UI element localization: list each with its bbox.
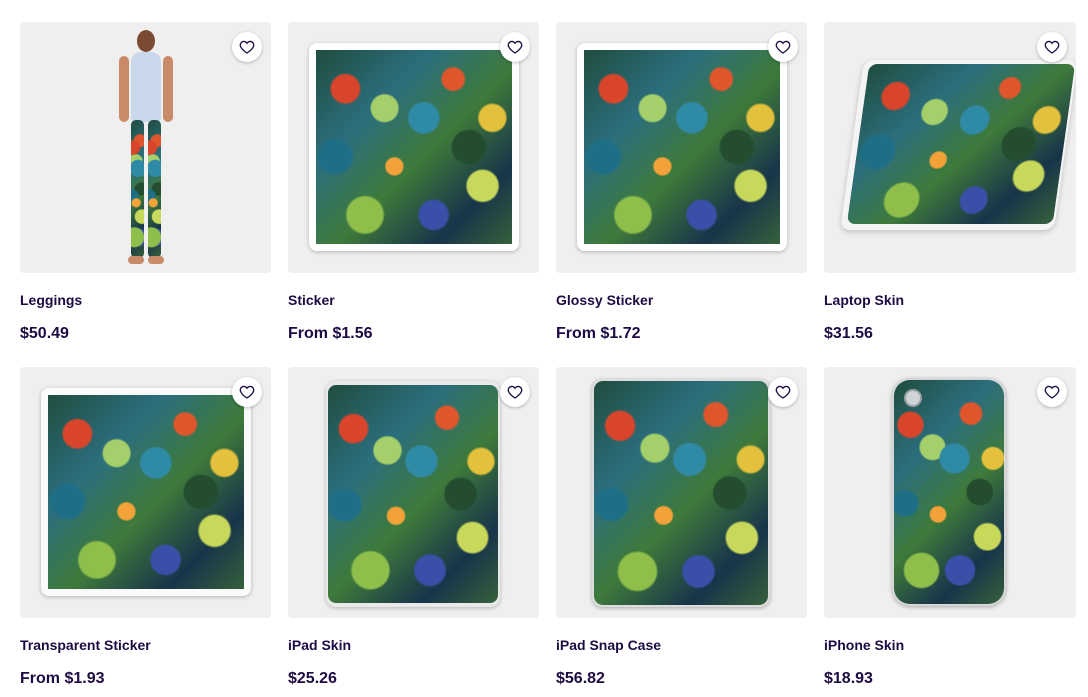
product-image[interactable] (288, 367, 539, 618)
product-card-ipad-skin[interactable]: iPad Skin $25.26 (288, 367, 539, 697)
sticker-art (316, 50, 512, 244)
product-image[interactable] (556, 367, 807, 618)
product-title[interactable]: Leggings (20, 292, 271, 308)
camera-icon (904, 389, 922, 407)
heart-outline-icon (507, 40, 523, 54)
model-figure (115, 30, 177, 266)
favorite-button[interactable] (232, 32, 262, 62)
product-card-sticker[interactable]: Sticker From $1.56 (288, 22, 539, 367)
product-title[interactable]: Laptop Skin (824, 292, 1076, 308)
product-title[interactable]: Sticker (288, 292, 539, 308)
product-title[interactable]: iPhone Skin (824, 637, 1076, 653)
product-image[interactable] (556, 22, 807, 273)
product-image[interactable] (824, 22, 1076, 273)
favorite-button[interactable] (500, 377, 530, 407)
sticker-art (48, 395, 244, 589)
product-title[interactable]: Glossy Sticker (556, 292, 807, 308)
product-price: $18.93 (824, 670, 873, 687)
product-price: $25.26 (288, 670, 337, 687)
product-image[interactable] (20, 367, 271, 618)
favorite-button[interactable] (768, 377, 798, 407)
product-title[interactable]: Transparent Sticker (20, 637, 271, 653)
product-card-iphone-skin[interactable]: iPhone Skin $18.93 (824, 367, 1076, 697)
product-card-glossy-sticker[interactable]: Glossy Sticker From $1.72 (556, 22, 807, 367)
heart-outline-icon (507, 385, 523, 399)
product-card-ipad-snap-case[interactable]: iPad Snap Case $56.82 (556, 367, 807, 697)
product-price: From $1.93 (20, 670, 105, 687)
product-image[interactable] (20, 22, 271, 273)
heart-outline-icon (1044, 40, 1060, 54)
product-image[interactable] (824, 367, 1076, 618)
heart-outline-icon (1044, 385, 1060, 399)
product-price: $56.82 (556, 670, 605, 687)
product-price: $31.56 (824, 325, 873, 342)
product-card-laptop-skin[interactable]: Laptop Skin $31.56 (824, 22, 1076, 367)
product-grid: Leggings $50.49 Sticker From $1.56 Gloss… (20, 22, 1076, 697)
product-card-leggings[interactable]: Leggings $50.49 (20, 22, 271, 367)
ipad-art (328, 385, 498, 603)
favorite-button[interactable] (500, 32, 530, 62)
iphone-art (894, 380, 1004, 604)
favorite-button[interactable] (1037, 377, 1067, 407)
favorite-button[interactable] (1037, 32, 1067, 62)
product-price: From $1.56 (288, 325, 373, 342)
product-price: From $1.72 (556, 325, 641, 342)
product-title[interactable]: iPad Skin (288, 637, 539, 653)
product-card-transparent-sticker[interactable]: Transparent Sticker From $1.93 (20, 367, 271, 697)
sticker-art (584, 50, 780, 244)
laptop-art (846, 64, 1076, 224)
product-title[interactable]: iPad Snap Case (556, 637, 807, 653)
ipad-case-art (594, 381, 768, 605)
heart-outline-icon (775, 40, 791, 54)
heart-outline-icon (239, 40, 255, 54)
heart-outline-icon (775, 385, 791, 399)
favorite-button[interactable] (768, 32, 798, 62)
favorite-button[interactable] (232, 377, 262, 407)
heart-outline-icon (239, 385, 255, 399)
product-image[interactable] (288, 22, 539, 273)
product-price: $50.49 (20, 325, 69, 342)
